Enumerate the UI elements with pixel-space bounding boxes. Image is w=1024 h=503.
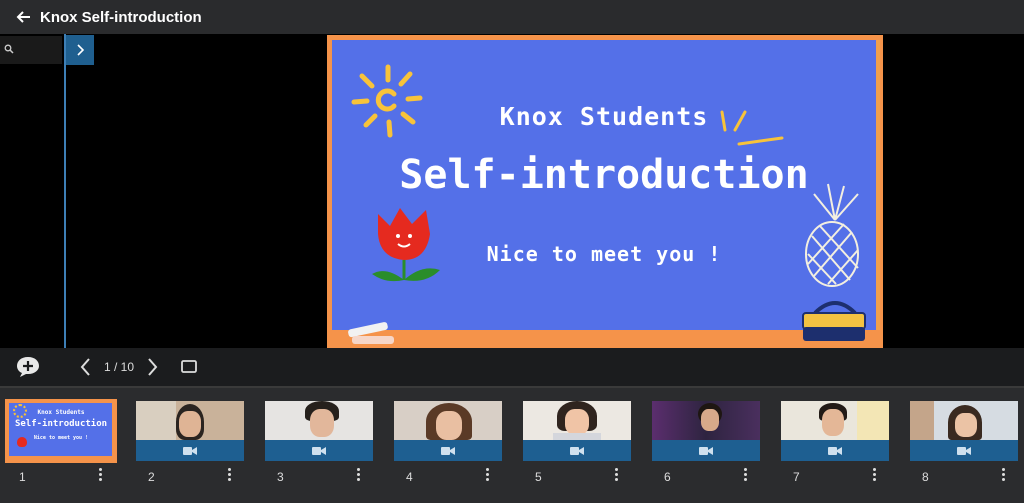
thumbnail-number: 6 — [664, 470, 671, 484]
video-camera-icon — [441, 446, 455, 455]
lunchbox-icon — [802, 301, 866, 341]
video-thumbnail[interactable] — [394, 401, 502, 461]
more-vert-icon[interactable] — [613, 467, 619, 483]
thumbnail-number: 7 — [793, 470, 800, 484]
video-thumbnail[interactable] — [265, 401, 373, 461]
video-frame — [136, 401, 244, 440]
slide-title-line1: Knox Students — [499, 102, 709, 131]
more-vert-icon[interactable] — [97, 467, 103, 483]
search-icon — [4, 41, 14, 59]
back-arrow-icon[interactable] — [6, 0, 40, 34]
video-camera-icon — [183, 446, 197, 455]
thumbnail-image: Knox Students Self-introduction Nice to … — [7, 401, 115, 461]
video-frame — [394, 401, 502, 440]
video-camera-icon — [312, 446, 326, 455]
slide-filmstrip: Knox Students Self-introduction Nice to … — [0, 386, 1024, 503]
page-indicator: 1 / 10 — [104, 360, 135, 374]
more-vert-icon[interactable] — [742, 467, 748, 483]
video-bar — [523, 440, 631, 461]
panel-divider[interactable] — [64, 34, 66, 386]
slide-canvas: Knox Students Self-introduction Nice to … — [332, 40, 880, 344]
top-bar: Knox Self-introduction — [0, 0, 1024, 34]
control-bar: 1 / 10 — [0, 348, 1024, 386]
tulip-icon — [372, 208, 440, 282]
thumbnail-number: 5 — [535, 470, 542, 484]
video-frame — [265, 401, 373, 440]
video-thumbnail[interactable] — [910, 401, 1018, 461]
thumbnail-number: 4 — [406, 470, 413, 484]
video-camera-icon — [699, 446, 713, 455]
search-input[interactable] — [0, 36, 62, 64]
previous-page-button[interactable] — [78, 356, 94, 378]
slide-title-line2: Self-introduction — [399, 152, 809, 198]
video-camera-icon — [828, 446, 842, 455]
left-panel — [0, 34, 64, 348]
thumbnail-title-big: Self-introduction — [14, 419, 108, 429]
thumbnail-number: 8 — [922, 470, 929, 484]
thumbnail-number: 3 — [277, 470, 284, 484]
video-frame — [781, 401, 889, 440]
video-thumbnail[interactable] — [781, 401, 889, 461]
video-bar — [910, 440, 1018, 461]
sun-icon — [13, 404, 27, 418]
more-vert-icon[interactable] — [484, 467, 490, 483]
video-thumbnail[interactable] — [652, 401, 760, 461]
page-title: Knox Self-introduction — [40, 8, 202, 26]
pineapple-icon — [805, 183, 859, 287]
video-camera-icon — [570, 446, 584, 455]
chalk-icon — [348, 322, 394, 344]
next-page-button[interactable] — [144, 356, 160, 378]
more-vert-icon[interactable] — [226, 467, 232, 483]
slide-thumbnail[interactable]: Knox Students Self-introduction Nice to … — [5, 399, 117, 463]
chevron-right-icon — [148, 358, 158, 376]
chevron-right-icon — [77, 44, 85, 56]
video-bar — [136, 440, 244, 461]
video-bar — [781, 440, 889, 461]
video-bar — [652, 440, 760, 461]
add-comment-icon[interactable] — [16, 356, 40, 378]
video-frame — [652, 401, 760, 440]
slide-view[interactable]: Knox Students Self-introduction Nice to … — [327, 35, 883, 348]
more-vert-icon[interactable] — [871, 467, 877, 483]
fullscreen-icon[interactable] — [180, 358, 198, 376]
video-camera-icon — [957, 446, 971, 455]
video-thumbnail[interactable] — [523, 401, 631, 461]
expand-panel-button[interactable] — [66, 35, 94, 65]
video-bar — [265, 440, 373, 461]
video-thumbnail[interactable] — [136, 401, 244, 461]
tulip-icon — [17, 437, 27, 447]
chevron-left-icon — [80, 358, 90, 376]
thumbnail-number: 1 — [19, 470, 26, 484]
video-bar — [394, 440, 502, 461]
thumbnail-number: 2 — [148, 470, 155, 484]
video-frame — [910, 401, 1018, 440]
video-frame — [523, 401, 631, 440]
more-vert-icon[interactable] — [355, 467, 361, 483]
more-vert-icon[interactable] — [1000, 467, 1006, 483]
